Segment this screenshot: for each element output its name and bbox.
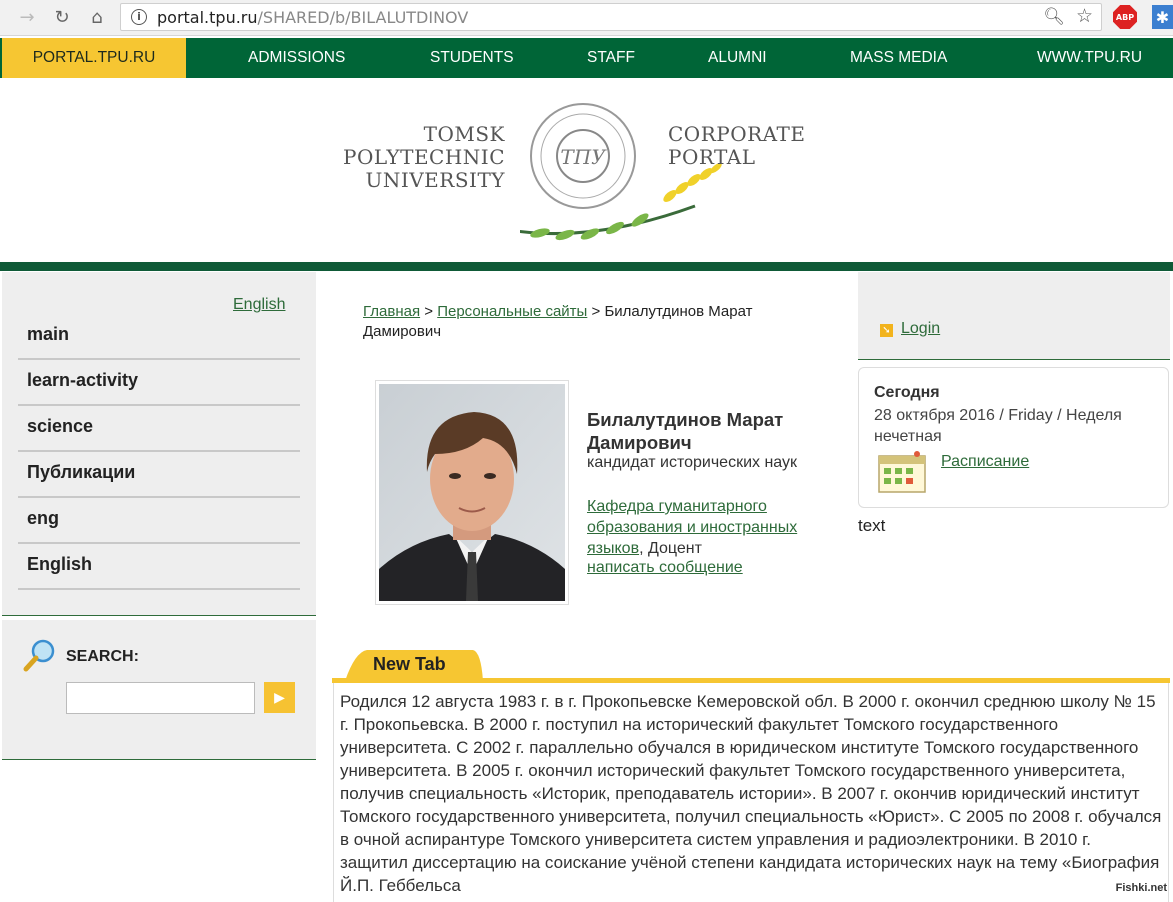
top-navigation: PORTAL.TPU.RU ADMISSIONS STUDENTS STAFF …: [0, 38, 1173, 78]
sidebar-item-science[interactable]: science: [18, 406, 300, 452]
url-host: portal.tpu.ru: [157, 8, 258, 27]
language-link[interactable]: English: [233, 296, 285, 314]
reload-icon[interactable]: ↻: [51, 6, 73, 28]
today-title: Сегодня: [874, 384, 940, 401]
watermark: Fishki.net: [1115, 882, 1167, 894]
address-bar[interactable]: i portal.tpu.ru/SHARED/b/BILALUTDINOV 🔍︎…: [120, 3, 1102, 31]
send-message-link[interactable]: написать сообщение: [587, 559, 743, 577]
browser-toolbar: → ↻ ⌂ i portal.tpu.ru/SHARED/b/BILALUTDI…: [0, 0, 1173, 36]
nav-portal[interactable]: PORTAL.TPU.RU: [2, 38, 186, 78]
nav-admissions[interactable]: ADMISSIONS: [248, 38, 345, 78]
url-path: /SHARED/b/BILALUTDINOV: [257, 8, 469, 27]
nav-staff[interactable]: STAFF: [587, 38, 635, 78]
search-panel: SEARCH: ▶: [2, 620, 316, 760]
profile-name-line: Дамирович: [587, 432, 692, 453]
logo-banner: TOMSK POLYTECHNIC UNIVERSITY ТПУ CORPORA…: [0, 78, 1173, 264]
sidebar-item-learn-activity[interactable]: learn-activity: [18, 360, 300, 406]
login-panel: ➘ Login: [858, 272, 1170, 360]
logo-line: POLYTECHNIC: [343, 145, 505, 169]
sidebar-item-main[interactable]: main: [18, 314, 300, 360]
biography-text: Родился 12 августа 1983 г. в г. Прокопье…: [333, 683, 1169, 902]
breadcrumb-separator: >: [587, 303, 605, 320]
search-label: SEARCH:: [66, 648, 139, 665]
left-sidebar: English main learn-activity science Публ…: [2, 272, 316, 616]
back-arrow-icon[interactable]: →: [16, 6, 38, 28]
logo-line: CORPORATE: [668, 122, 806, 146]
university-seal-icon: ТПУ: [520, 103, 722, 241]
logo-line: PORTAL: [668, 145, 756, 169]
today-widget: Сегодня 28 октября 2016 / Friday / Недел…: [858, 367, 1169, 508]
zoom-icon[interactable]: 🔍︎: [1043, 7, 1065, 27]
nav-www[interactable]: WWW.TPU.RU: [1037, 38, 1142, 78]
bookmark-star-icon[interactable]: ☆: [1076, 5, 1093, 27]
breadcrumb-home[interactable]: Главная: [363, 303, 420, 320]
logo-line: TOMSK: [423, 122, 505, 146]
magnifier-icon: [23, 639, 55, 672]
schedule-calendar-icon: [878, 451, 926, 493]
profile-degree: кандидат исторических наук: [587, 454, 798, 471]
today-date: 28 октября 2016 / Friday / Неделя нечетн…: [874, 407, 1122, 445]
breadcrumb-personal-sites[interactable]: Персональные сайты: [437, 303, 587, 320]
nav-alumni[interactable]: ALUMNI: [708, 38, 767, 78]
sidebar-item-publications[interactable]: Публикации: [18, 452, 300, 498]
arrow-right-icon: ➘: [880, 324, 893, 337]
search-submit-button[interactable]: ▶: [264, 682, 295, 713]
breadcrumb-separator: >: [420, 303, 438, 320]
sidebar-item-eng[interactable]: eng: [18, 498, 300, 544]
adblock-icon[interactable]: ABP: [1113, 5, 1137, 29]
sidebar-item-english[interactable]: English: [18, 544, 300, 590]
new-tab-label[interactable]: New Tab: [373, 654, 446, 675]
search-input[interactable]: [66, 682, 255, 714]
logo-line: UNIVERSITY: [365, 168, 505, 192]
nav-mass-media[interactable]: MASS MEDIA: [850, 38, 947, 78]
profile-name-line: Билалутдинов Марат: [587, 409, 784, 430]
portrait-image: [379, 384, 565, 601]
banner-divider: [0, 262, 1173, 271]
right-sidebar-text: text: [858, 516, 886, 535]
home-icon[interactable]: ⌂: [86, 6, 108, 28]
profile-department-block: Кафедра гуманитарного образования и инос…: [587, 496, 827, 559]
info-icon[interactable]: i: [131, 9, 147, 25]
nav-students[interactable]: STUDENTS: [430, 38, 514, 78]
profile-position: , Доцент: [639, 540, 702, 557]
login-link[interactable]: Login: [901, 320, 940, 338]
logo-portal-name: CORPORATE PORTAL: [668, 123, 805, 169]
breadcrumb: Главная > Персональные сайты > Билалутди…: [363, 302, 793, 342]
schedule-link[interactable]: Расписание: [941, 453, 1029, 471]
logo-university-name: TOMSK POLYTECHNIC UNIVERSITY: [330, 123, 505, 192]
svg-text:ТПУ: ТПУ: [560, 145, 607, 169]
url-text: portal.tpu.ru/SHARED/b/BILALUTDINOV: [157, 8, 468, 27]
profile-photo: [375, 380, 569, 605]
extension-icon[interactable]: ✱: [1152, 5, 1173, 29]
profile-name: Билалутдинов Марат Дамирович: [587, 408, 783, 454]
